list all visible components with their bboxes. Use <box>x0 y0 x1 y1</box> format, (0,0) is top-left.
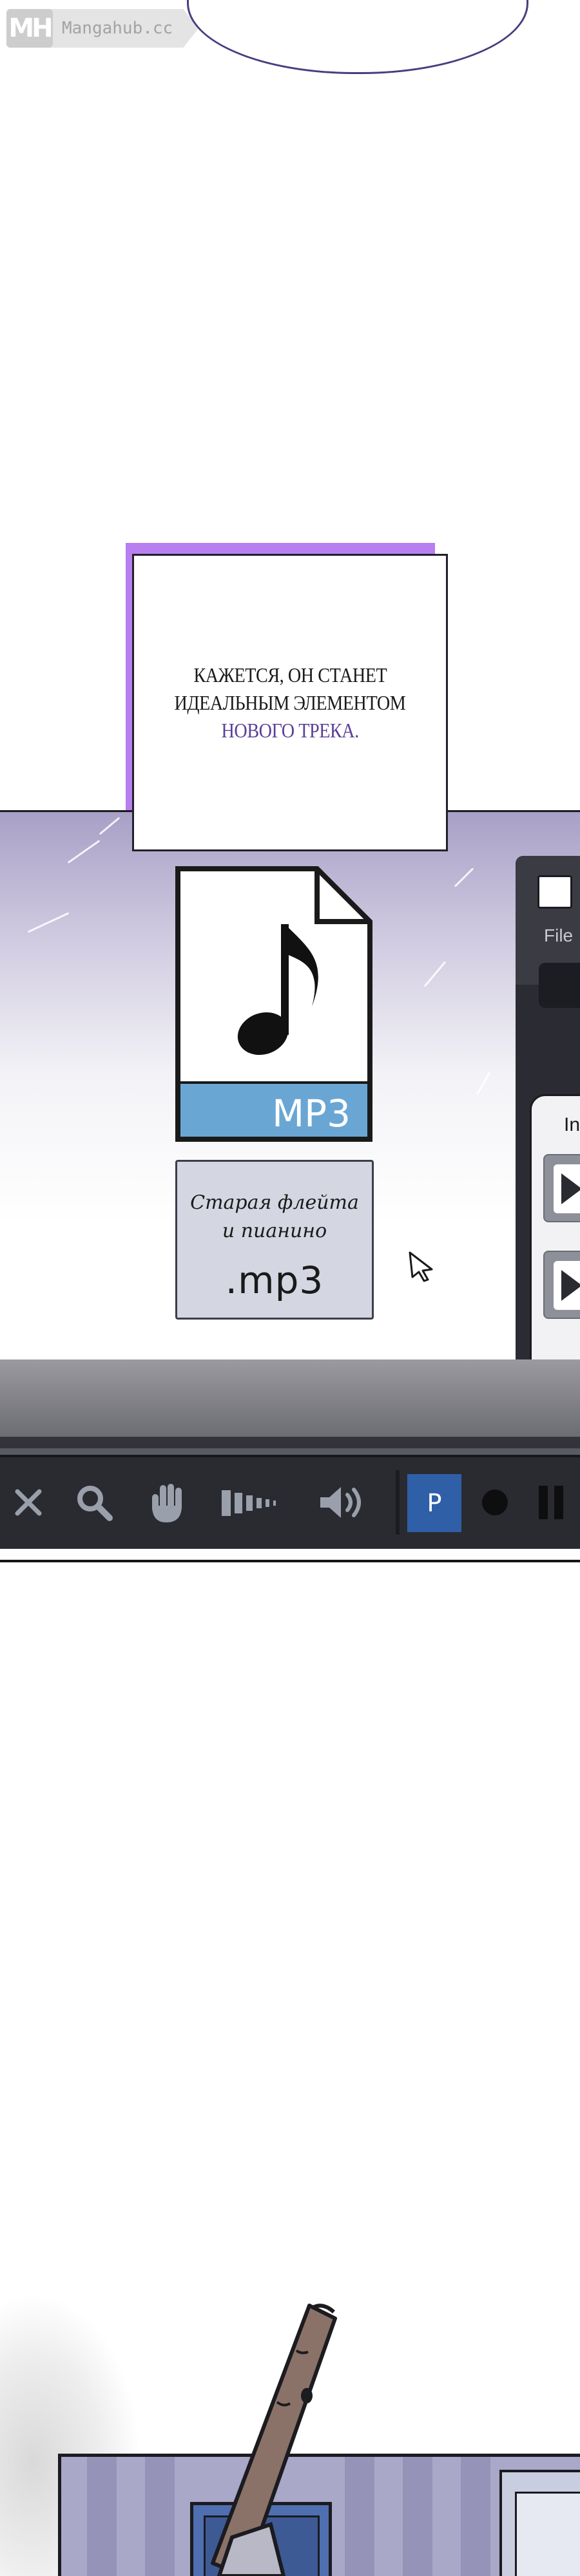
wooden-flute-illustration <box>211 2304 337 2576</box>
app-logo-icon[interactable] <box>537 875 572 909</box>
narration-line-2: ИДЕАЛЬНЫМ ЭЛЕМЕНТОМ <box>174 690 406 714</box>
play-icon <box>561 1173 580 1204</box>
file-name-label[interactable]: Старая флейта и пианино .mp3 <box>175 1160 374 1320</box>
media-toolbar: P <box>0 1455 580 1549</box>
speech-bubble-outline <box>187 0 528 74</box>
mp3-file-icon[interactable]: MP3 <box>174 865 374 1143</box>
dark-strip <box>0 1437 580 1448</box>
sparkle <box>454 867 474 887</box>
sparkle <box>99 817 121 835</box>
equalizer-icon[interactable] <box>219 1477 284 1528</box>
mouse-cursor-icon <box>409 1251 433 1282</box>
sparkle <box>27 912 70 933</box>
mode-p-button[interactable]: P <box>407 1474 461 1532</box>
mp3-badge-text: MP3 <box>272 1092 351 1135</box>
sparkle <box>67 840 101 864</box>
narration-line-3: НОВОГО ТРЕКА. <box>221 718 359 742</box>
record-icon[interactable] <box>476 1477 514 1528</box>
volume-icon[interactable] <box>314 1477 372 1528</box>
side-app-window: File In Pr <box>516 856 580 1416</box>
toolbar-divider <box>396 1470 400 1535</box>
side-search-field[interactable] <box>539 963 580 1008</box>
narration-box: КАЖЕТСЯ, ОН СТАНЕТ ИДЕАЛЬНЫМ ЭЛЕМЕНТОМ Н… <box>132 554 448 851</box>
file-name-line-1: Старая флейта <box>190 1191 359 1214</box>
play-button[interactable] <box>543 1154 580 1222</box>
hand-icon[interactable] <box>143 1477 189 1528</box>
file-name-line-2: и пианино <box>222 1220 327 1242</box>
close-icon[interactable] <box>8 1477 49 1528</box>
side-panel-heading: In <box>564 1114 580 1135</box>
window-bottom-edge <box>0 1359 580 1437</box>
separator-strip <box>0 1448 580 1455</box>
room-cabinet <box>499 2470 580 2576</box>
play-icon <box>561 1270 580 1301</box>
narration-line-1: КАЖЕТСЯ, ОН СТАНЕТ <box>193 663 387 687</box>
menu-file[interactable]: File <box>544 925 573 946</box>
search-icon[interactable] <box>71 1477 117 1528</box>
site-logo: MH <box>6 9 53 48</box>
play-button[interactable] <box>543 1251 580 1319</box>
site-name: Mangahub.cc <box>62 19 173 38</box>
site-watermark: MH Mangahub.cc <box>6 9 199 48</box>
pause-icon[interactable] <box>528 1477 574 1528</box>
screen-panel: MP3 Старая флейта и пианино .mp3 File In… <box>0 810 580 1562</box>
sparkle <box>476 1072 491 1095</box>
file-extension: .mp3 <box>225 1258 324 1302</box>
sparkle <box>423 961 447 987</box>
